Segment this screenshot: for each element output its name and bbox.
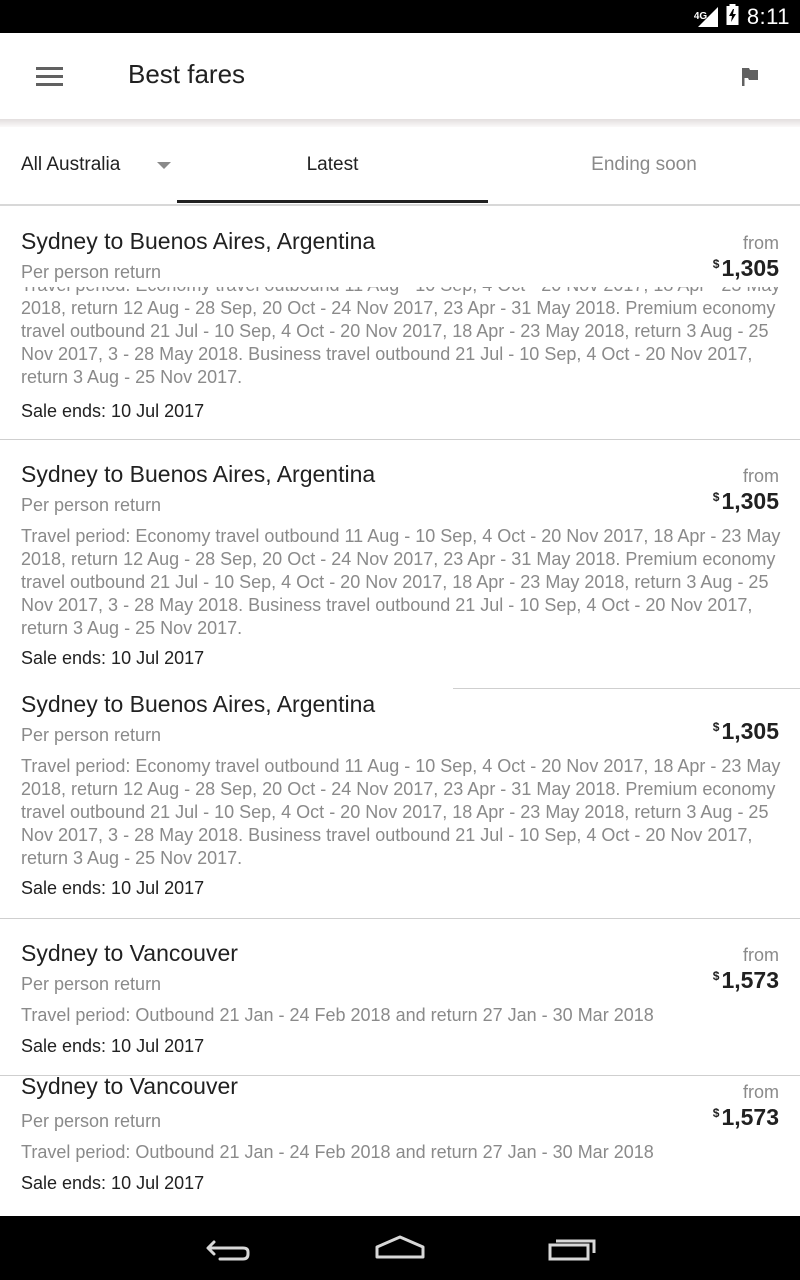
deal-fare-type: Per person return: [21, 974, 162, 994]
deal-card[interactable]: Sydney to Buenos Aires, Argentina Per pe…: [0, 440, 800, 688]
deal-from-label: from: [743, 466, 779, 486]
deal-route: Sydney to Vancouver: [21, 1076, 238, 1099]
deal-card[interactable]: Sydney to Buenos Aires, Argentina Per pe…: [0, 688, 800, 918]
deal-travel-period: Travel period: Outbound 21 Jan - 24 Feb …: [21, 1142, 654, 1162]
deal-price: $1,305: [713, 718, 779, 745]
flag-icon[interactable]: [736, 61, 766, 91]
currency-symbol: $: [712, 1106, 720, 1120]
deal-fare-type: Per person return: [21, 262, 162, 282]
recents-icon[interactable]: [520, 1216, 620, 1280]
deal-price: $1,573: [713, 1104, 779, 1131]
deal-from-label: from: [743, 945, 779, 965]
deal-sale-ends: Sale ends: 10 Jul 2017: [21, 648, 205, 668]
deal-travel-period: Travel period: Outbound 21 Jan - 24 Feb …: [21, 1005, 654, 1025]
deal-from-label: from: [743, 233, 779, 253]
navigation-bar: [0, 1216, 800, 1280]
app-bar-shadow: [0, 119, 800, 127]
currency-symbol: $: [712, 257, 720, 271]
currency-symbol: $: [712, 720, 720, 734]
deal-card[interactable]: Sydney to Vancouver Per person return fr…: [0, 919, 800, 1075]
tab-latest[interactable]: Latest: [177, 154, 488, 176]
deal-route: Sydney to Buenos Aires, Argentina: [21, 228, 376, 254]
page-title: Best fares: [128, 59, 246, 89]
battery-icon: [726, 3, 739, 30]
back-icon[interactable]: [180, 1216, 280, 1280]
deal-price-value: 1,305: [721, 488, 779, 514]
deal-sale-ends: Sale ends: 10 Jul 2017: [21, 1173, 205, 1193]
deal-price: $1,573: [713, 967, 779, 994]
deal-from-label: from: [743, 1082, 779, 1102]
deal-route: Sydney to Buenos Aires, Argentina: [21, 691, 376, 717]
deal-route: Sydney to Vancouver: [21, 940, 238, 966]
menu-icon[interactable]: [36, 67, 63, 87]
deal-fare-type: Per person return: [21, 1111, 162, 1131]
region-dropdown[interactable]: All Australia: [21, 154, 120, 176]
status-bar: 4G 8:11: [0, 0, 800, 33]
deal-route: Sydney to Buenos Aires, Argentina: [21, 461, 376, 487]
network-signal-icon: 4G: [693, 6, 718, 27]
deal-travel-period: Travel period: Economy travel outbound 1…: [21, 526, 781, 638]
deal-travel-period: Travel period: Economy travel outbound 1…: [21, 756, 781, 868]
deal-price-value: 1,573: [721, 1104, 779, 1130]
deals-list[interactable]: Travel period: Economy travel outbound 1…: [0, 207, 800, 1216]
deal-sale-ends: Sale ends: 10 Jul 2017: [21, 878, 205, 898]
tab-bar: All Australia Latest Ending soon: [0, 127, 800, 206]
tab-indicator: [177, 200, 488, 203]
deal-fare-type: Per person return: [21, 725, 162, 745]
dropdown-arrow-icon[interactable]: [157, 162, 171, 169]
network-type-label: 4G: [693, 10, 708, 22]
deal-price: $1,305: [713, 255, 779, 282]
currency-symbol: $: [712, 969, 720, 983]
deal-sale-ends: Sale ends: 10 Jul 2017: [21, 401, 205, 421]
home-icon[interactable]: [350, 1216, 450, 1280]
deal-price: $1,305: [713, 488, 779, 515]
deal-fare-type: Per person return: [21, 495, 162, 515]
currency-symbol: $: [712, 490, 720, 504]
deal-price-value: 1,305: [721, 255, 779, 281]
clock: 8:11: [746, 3, 790, 29]
deal-travel-period: Travel period: Economy travel outbound 1…: [21, 275, 780, 387]
tab-ending-soon[interactable]: Ending soon: [488, 154, 800, 176]
deal-card[interactable]: Travel period: Economy travel outbound 1…: [0, 207, 800, 439]
deal-price-value: 1,573: [721, 967, 779, 993]
deal-sale-ends: Sale ends: 10 Jul 2017: [21, 1036, 205, 1056]
app-bar: Best fares: [0, 33, 800, 127]
deal-card[interactable]: Sydney to Vancouver Per person return fr…: [0, 1076, 800, 1216]
deal-price-value: 1,305: [721, 718, 779, 744]
tab-divider: [0, 204, 800, 206]
list-divider: [453, 688, 800, 689]
